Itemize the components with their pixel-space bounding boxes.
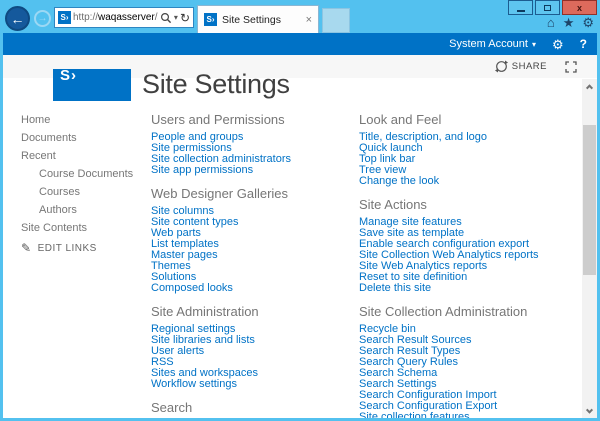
sharepoint-logo-glyph: S›: [60, 69, 77, 84]
group-title: Search: [151, 400, 351, 416]
account-menu[interactable]: System Account ▾: [449, 38, 536, 50]
focus-on-content-button[interactable]: [565, 61, 577, 73]
share-label: SHARE: [512, 61, 547, 72]
settings-group-users-and-permissions: Users and PermissionsPeople and groupsSi…: [151, 112, 351, 176]
group-title: Site Actions: [359, 197, 571, 213]
search-icon[interactable]: [160, 12, 172, 24]
close-button[interactable]: x: [562, 0, 597, 15]
settings-group-site-administration: Site AdministrationRegional settingsSite…: [151, 304, 351, 390]
suite-bar: System Account ▾ ⚙ ?: [3, 33, 597, 55]
browser-toolbar-icons: ⌂ ★ ⚙: [547, 16, 594, 29]
settings-group-site-collection-administration: Site Collection AdministrationRecycle bi…: [359, 304, 571, 418]
sidebar-nav: Home Documents Recent Course Documents Cours…: [21, 115, 139, 241]
account-label: System Account: [449, 38, 528, 50]
settings-link-change-the-look[interactable]: Change the look: [359, 176, 571, 187]
settings-column-right: Look and FeelTitle, description, and log…: [359, 112, 571, 418]
share-icon: [495, 60, 508, 73]
tab-title: Site Settings: [222, 14, 301, 26]
settings-gear-icon[interactable]: ⚙: [552, 38, 564, 51]
chevron-down-icon: [586, 406, 593, 413]
settings-link-site-collection-features[interactable]: Site collection features: [359, 412, 571, 418]
settings-link-user-alerts[interactable]: User alerts: [151, 346, 351, 357]
help-button[interactable]: ?: [580, 37, 587, 51]
edit-links-label: EDIT LINKS: [38, 243, 97, 254]
browser-chrome: ← → S› http://waqasserver/sites/dem ▾ ↻ …: [0, 0, 600, 33]
maximize-button[interactable]: [535, 0, 560, 15]
settings-link-composed-looks[interactable]: Composed looks: [151, 283, 351, 294]
group-title: Site Collection Administration: [359, 304, 571, 320]
group-title: Look and Feel: [359, 112, 571, 128]
chevron-down-icon: ▾: [532, 40, 536, 49]
tools-gear-icon[interactable]: ⚙: [582, 16, 594, 29]
settings-column-left: Users and PermissionsPeople and groupsSi…: [151, 112, 351, 418]
minimize-button[interactable]: [508, 0, 533, 15]
refresh-icon[interactable]: ↻: [180, 12, 190, 24]
site-logo[interactable]: S›: [53, 69, 131, 101]
sidebar-item-authors[interactable]: Authors: [21, 205, 139, 216]
share-button[interactable]: SHARE: [495, 60, 547, 73]
sidebar-item-recent[interactable]: Recent: [21, 151, 139, 162]
edit-links-button[interactable]: ✎ EDIT LINKS: [21, 241, 97, 255]
group-title: Site Administration: [151, 304, 351, 320]
favorites-star-icon[interactable]: ★: [563, 16, 575, 29]
forward-button[interactable]: →: [34, 10, 51, 27]
settings-link-delete-this-site[interactable]: Delete this site: [359, 283, 571, 294]
group-title: Users and Permissions: [151, 112, 351, 128]
autocomplete-dropdown-icon[interactable]: ▾: [174, 13, 178, 22]
pencil-icon: ✎: [21, 241, 32, 255]
settings-group-site-actions: Site ActionsManage site featuresSave sit…: [359, 197, 571, 294]
scrollbar-thumb[interactable]: [583, 125, 596, 275]
scroll-up-button[interactable]: [582, 79, 597, 93]
sharepoint-favicon-icon: S›: [204, 13, 217, 26]
sidebar-item-home[interactable]: Home: [21, 115, 139, 126]
settings-link-workflow-settings[interactable]: Workflow settings: [151, 379, 351, 390]
new-tab-button[interactable]: [322, 8, 350, 33]
sharepoint-favicon-icon: S›: [58, 11, 71, 24]
sidebar-item-courses[interactable]: Courses: [21, 187, 139, 198]
vertical-scrollbar[interactable]: [582, 79, 597, 418]
maximize-icon: [544, 5, 551, 11]
url-host: waqasserver: [98, 12, 155, 23]
focus-brackets-icon: [565, 61, 577, 73]
window-caption-buttons: x: [508, 0, 597, 15]
page-title: Site Settings: [142, 69, 290, 100]
url-path: /sites/dem: [155, 12, 158, 23]
page-content: SHARE S› Site Settings Home Documents Rece…: [3, 55, 597, 418]
url-prefix: http://: [73, 12, 98, 23]
sidebar-item-site-contents[interactable]: Site Contents: [21, 223, 139, 234]
settings-group-search: SearchResult Sources: [151, 400, 351, 418]
settings-link-site-app-permissions[interactable]: Site app permissions: [151, 165, 351, 176]
scroll-down-button[interactable]: [582, 404, 597, 418]
back-button[interactable]: ←: [5, 6, 30, 31]
settings-group-look-and-feel: Look and FeelTitle, description, and log…: [359, 112, 571, 187]
sidebar-item-course-documents[interactable]: Course Documents: [21, 169, 139, 180]
address-bar[interactable]: S› http://waqasserver/sites/dem ▾ ↻: [54, 7, 194, 28]
url-text[interactable]: http://waqasserver/sites/dem: [73, 12, 158, 23]
chevron-up-icon: [586, 84, 593, 91]
browser-tab[interactable]: S› Site Settings ×: [197, 5, 319, 33]
browser-window: ← → S› http://waqasserver/sites/dem ▾ ↻ …: [0, 0, 600, 421]
group-title: Web Designer Galleries: [151, 186, 351, 202]
minimize-icon: [517, 10, 525, 12]
tab-close-icon[interactable]: ×: [306, 14, 312, 26]
settings-group-web-designer-galleries: Web Designer GalleriesSite columnsSite c…: [151, 186, 351, 294]
home-icon[interactable]: ⌂: [547, 16, 555, 29]
sidebar-item-documents[interactable]: Documents: [21, 133, 139, 144]
